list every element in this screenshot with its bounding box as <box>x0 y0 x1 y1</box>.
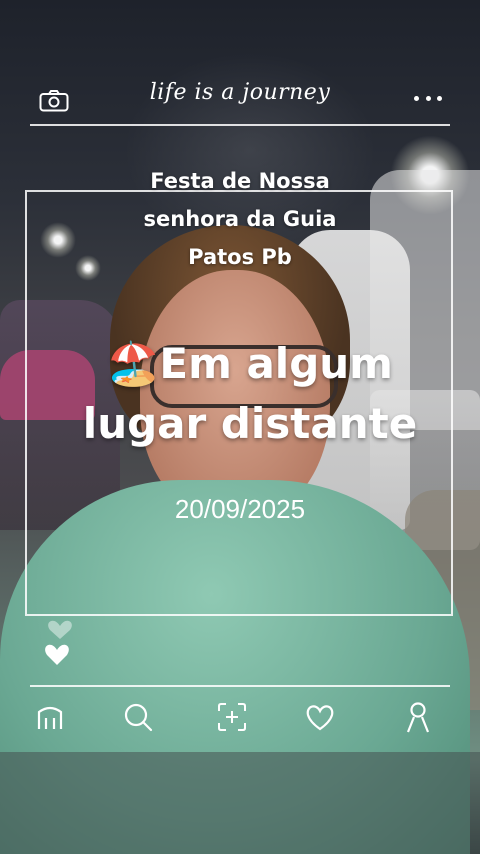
profile-icon <box>406 702 430 733</box>
date-text: 20/09/2025 <box>174 494 306 524</box>
heart-icon[interactable] <box>40 612 80 672</box>
add-icon <box>218 703 246 731</box>
headline-line: lugar distante <box>82 399 418 448</box>
tagline: life is a journey <box>149 80 331 105</box>
title-line: Patos Pb <box>188 245 292 269</box>
beach-umbrella-emoji: 🏖️ <box>107 339 160 388</box>
nav-add[interactable] <box>210 695 254 739</box>
nav-home[interactable] <box>28 695 72 739</box>
more-icon[interactable] <box>414 96 442 106</box>
headline-line: Em algum <box>159 339 393 388</box>
divider-bottom <box>30 685 450 687</box>
nav-likes[interactable] <box>298 695 342 739</box>
event-title: Festa de Nossa senhora da Guia Patos Pb <box>90 162 390 276</box>
heart-outline-icon <box>306 705 334 731</box>
bottom-band <box>0 752 480 854</box>
title-line: senhora da Guia <box>143 207 337 231</box>
nav-profile[interactable] <box>396 695 440 739</box>
headline: 🏖️Em algum lugar distante <box>60 334 440 454</box>
home-icon <box>37 706 63 729</box>
nav-search[interactable] <box>116 695 160 739</box>
divider-top <box>30 124 450 126</box>
title-line: Festa de Nossa <box>150 169 330 193</box>
search-icon <box>124 703 153 732</box>
bottom-nav <box>0 695 480 739</box>
